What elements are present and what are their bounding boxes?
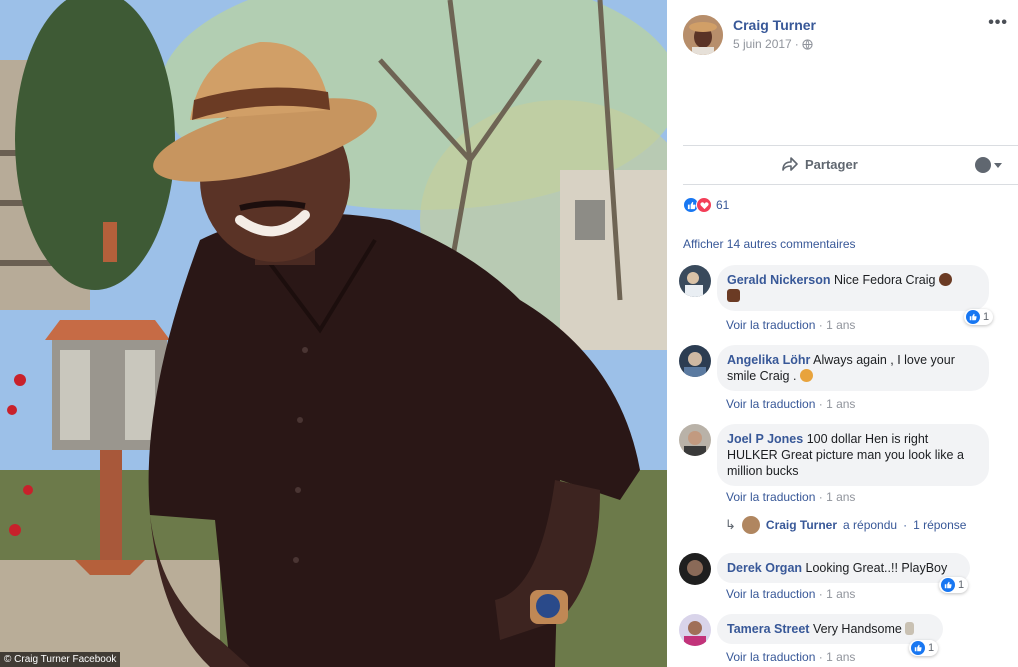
post-side-panel: Craig Turner 5 juin 2017 · ••• Partager xyxy=(667,0,1018,667)
see-translation-link[interactable]: Voir la traduction xyxy=(726,650,815,664)
share-arrow-icon xyxy=(782,157,798,171)
like-icon xyxy=(966,310,980,324)
footer-separator: · xyxy=(818,318,823,332)
comment-time[interactable]: 1 ans xyxy=(826,318,855,332)
comment-time[interactable]: 1 ans xyxy=(826,490,855,504)
comment-bubble: Joel P Jones 100 dollar Hen is right HUL… xyxy=(717,424,989,486)
avatar[interactable] xyxy=(679,553,711,585)
post-timestamp: 5 juin 2017 · xyxy=(733,37,816,51)
like-icon xyxy=(941,578,955,592)
reply-arrow-icon: ↳ xyxy=(725,517,736,532)
comment-bubble: Angelika Löhr Always again , I love your… xyxy=(717,345,989,391)
reaction-summary[interactable]: 61 xyxy=(683,197,729,213)
share-label: Partager xyxy=(805,156,858,172)
man-standing-emoji xyxy=(905,622,915,635)
post-header: Craig Turner 5 juin 2017 · xyxy=(683,15,816,55)
reply-count: 1 réponse xyxy=(913,518,967,532)
reply-separator: · xyxy=(903,518,908,532)
thumbs-up-emoji xyxy=(727,289,740,302)
comment-author[interactable]: Derek Organ xyxy=(727,561,802,575)
reply-author: Craig Turner xyxy=(765,518,838,532)
footer-separator: · xyxy=(818,490,823,504)
comment-text: Nice Fedora Craig xyxy=(834,273,936,287)
see-translation-link[interactable]: Voir la traduction xyxy=(726,318,815,332)
comment-like-count: 1 xyxy=(928,642,935,654)
post-photo[interactable]: © Craig Turner Facebook xyxy=(0,0,667,667)
chevron-down-icon xyxy=(994,162,1002,168)
comment-like-badge[interactable]: 1 xyxy=(964,309,994,325)
avatar[interactable] xyxy=(679,424,711,456)
comment-as-selector[interactable] xyxy=(975,157,1002,173)
reply-action: a répondu xyxy=(843,518,898,532)
comment-time[interactable]: 1 ans xyxy=(826,397,855,411)
comment-bubble: Derek Organ Looking Great..!! PlayBoy xyxy=(717,553,970,583)
comment-footer: Voir la traduction · 1 ans xyxy=(726,397,855,411)
photo-illustration xyxy=(0,0,667,667)
see-translation-link[interactable]: Voir la traduction xyxy=(726,397,815,411)
comment-time[interactable]: 1 ans xyxy=(826,650,855,664)
comment-like-badge[interactable]: 1 xyxy=(909,640,939,656)
clapping-hands-emoji xyxy=(938,273,952,286)
avatar[interactable] xyxy=(679,345,711,377)
action-bar: Partager xyxy=(683,145,1018,185)
comment-author[interactable]: Joel P Jones xyxy=(727,432,803,446)
reaction-count: 61 xyxy=(716,198,730,212)
globe-icon[interactable] xyxy=(802,38,813,50)
view-more-comments-link[interactable]: Afficher 14 autres commentaires xyxy=(683,237,856,251)
like-icon xyxy=(911,641,925,655)
comment-footer: Voir la traduction · 1 ans xyxy=(726,587,855,601)
lion-emoji xyxy=(799,369,813,382)
comment-like-count: 1 xyxy=(958,579,965,591)
comment-like-badge[interactable]: 1 xyxy=(939,577,969,593)
viewer-avatar xyxy=(975,157,991,173)
avatar[interactable] xyxy=(683,15,723,55)
comment-time[interactable]: 1 ans xyxy=(826,587,855,601)
see-translation-link[interactable]: Voir la traduction xyxy=(726,587,815,601)
comment-text: Looking Great..!! PlayBoy xyxy=(805,561,948,575)
footer-separator: · xyxy=(818,587,823,601)
post-date[interactable]: 5 juin 2017 xyxy=(733,37,792,51)
comment-bubble: Gerald Nickerson Nice Fedora Craig xyxy=(717,265,989,311)
author-name[interactable]: Craig Turner xyxy=(733,17,816,33)
see-translation-link[interactable]: Voir la traduction xyxy=(726,490,815,504)
comment-bubble: Tamera Street Very Handsome xyxy=(717,614,943,644)
footer-separator: · xyxy=(818,650,823,664)
comment-author[interactable]: Angelika Löhr xyxy=(727,353,810,367)
avatar[interactable] xyxy=(679,614,711,646)
comment-author[interactable]: Tamera Street xyxy=(727,622,809,636)
ellipsis-icon[interactable]: ••• xyxy=(988,14,1008,32)
comment-footer: Voir la traduction · 1 ans xyxy=(726,650,855,664)
comment-author[interactable]: Gerald Nickerson xyxy=(727,273,831,287)
comment-footer: Voir la traduction · 1 ans xyxy=(726,318,855,332)
comment-footer: Voir la traduction · 1 ans xyxy=(726,490,855,504)
comment-text: Very Handsome xyxy=(812,622,902,636)
comment-like-count: 1 xyxy=(983,311,990,323)
share-button[interactable]: Partager xyxy=(781,156,858,172)
view-replies-link[interactable]: ↳ Craig Turner a répondu · 1 réponse xyxy=(725,516,966,534)
footer-separator: · xyxy=(818,397,823,411)
avatar[interactable] xyxy=(679,265,711,297)
photo-watermark: © Craig Turner Facebook xyxy=(0,652,121,667)
avatar xyxy=(741,516,760,534)
love-icon xyxy=(696,197,712,213)
date-separator: · xyxy=(794,37,799,51)
